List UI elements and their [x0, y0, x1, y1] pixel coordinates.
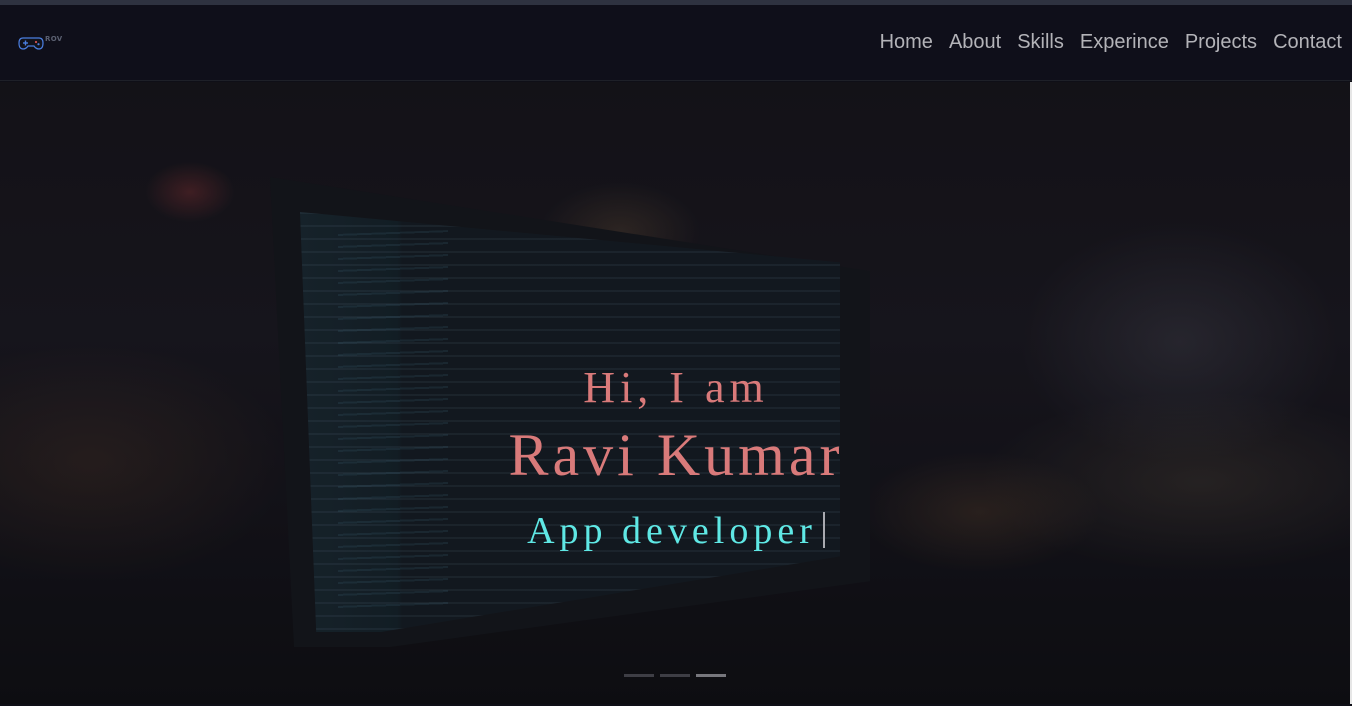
- gamepad-icon: [18, 37, 44, 50]
- carousel-indicators: [624, 674, 726, 677]
- hero-greeting: Hi, I am: [583, 363, 769, 412]
- carousel-indicator-2[interactable]: [660, 674, 690, 677]
- carousel-indicator-1[interactable]: [624, 674, 654, 677]
- typing-cursor: [822, 512, 825, 549]
- hero-carousel: Hi, I am Ravi Kumar App developer: [0, 82, 1350, 704]
- hero-role-wrapper: App developer: [0, 509, 1350, 553]
- nav-link-skills[interactable]: Skills: [1017, 31, 1064, 54]
- carousel-indicator-3[interactable]: [696, 674, 726, 677]
- hero-role: App developer: [527, 510, 817, 552]
- nav-link-about[interactable]: About: [949, 31, 1001, 54]
- navbar: ROV Home About Skills Experince Projects…: [0, 5, 1352, 81]
- nav-link-experience[interactable]: Experince: [1080, 31, 1169, 54]
- nav-link-home[interactable]: Home: [880, 31, 933, 54]
- hero-name: Ravi Kumar: [508, 422, 844, 488]
- nav-link-projects[interactable]: Projects: [1185, 31, 1257, 54]
- nav-link-contact[interactable]: Contact: [1273, 31, 1342, 54]
- logo[interactable]: ROV: [18, 33, 66, 53]
- nav-links: Home About Skills Experince Projects Con…: [880, 31, 1342, 54]
- logo-text: ROV: [45, 34, 63, 43]
